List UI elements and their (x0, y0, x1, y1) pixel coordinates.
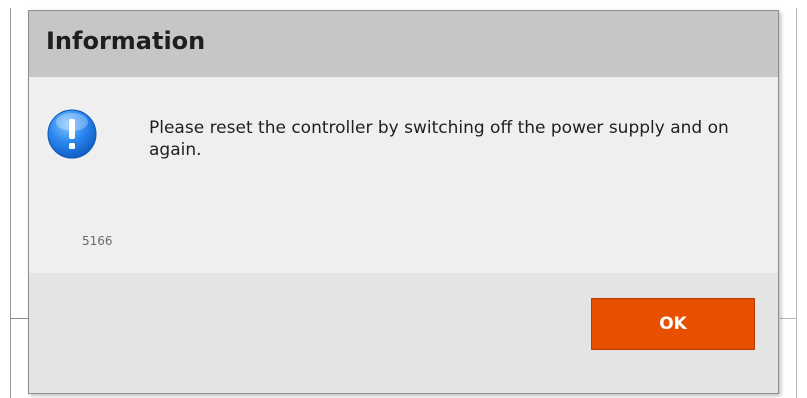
dialog-content: Please reset the controller by switching… (29, 77, 778, 273)
background-divider-left (10, 8, 11, 398)
info-exclamation-icon (47, 109, 97, 159)
dialog-message: Please reset the controller by switching… (149, 118, 729, 160)
dialog-title: Information (46, 27, 206, 55)
background-divider-right (796, 8, 797, 398)
dialog-title-bar: Information (29, 11, 778, 77)
background-divider-horizontal-left (10, 318, 28, 319)
message-code: 5166 (82, 234, 113, 248)
information-dialog: Information Please reset the controller … (28, 10, 779, 394)
background-divider-horizontal-right (780, 318, 797, 319)
ok-button[interactable]: OK (591, 298, 755, 350)
dialog-footer: OK (29, 273, 778, 393)
